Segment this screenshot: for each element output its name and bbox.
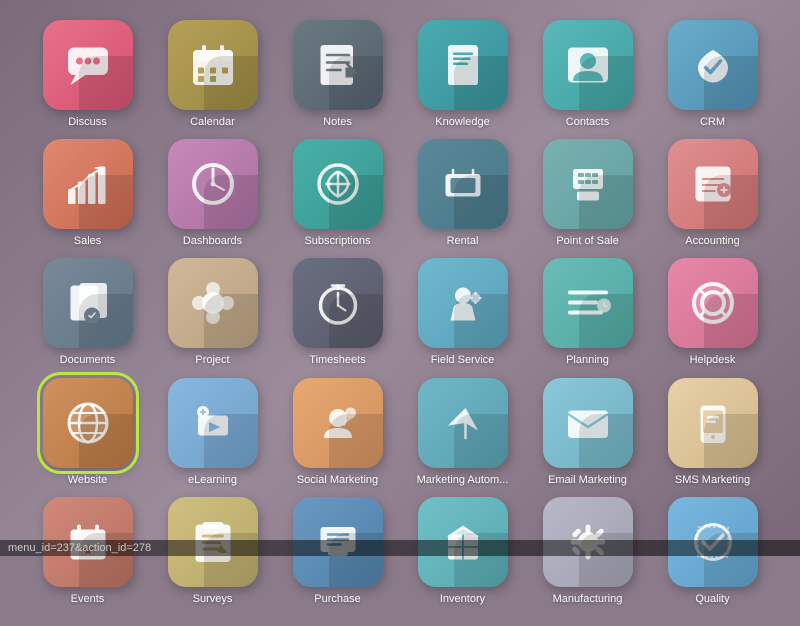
app-label-accounting: Accounting [685, 235, 739, 248]
app-label-social: Social Marketing [297, 474, 378, 487]
app-item-helpdesk[interactable]: Helpdesk [655, 258, 770, 367]
app-label-rental: Rental [447, 235, 479, 248]
app-label-pos: Point of Sale [556, 235, 618, 248]
app-item-elearning[interactable]: eLearning [155, 378, 270, 487]
app-label-discuss: Discuss [68, 116, 107, 129]
app-icon-pos [543, 139, 633, 229]
app-icon-planning [543, 258, 633, 348]
app-label-sales: Sales [74, 235, 102, 248]
app-label-fieldservice: Field Service [431, 354, 495, 367]
status-bar: menu_id=237&action_id=278 [0, 540, 800, 556]
app-icon-crm [668, 20, 758, 110]
app-icon-email [543, 378, 633, 468]
app-icon-sms [668, 378, 758, 468]
app-label-email: Email Marketing [548, 474, 627, 487]
app-icon-website [43, 378, 133, 468]
app-label-notes: Notes [323, 116, 352, 129]
app-item-crm[interactable]: CRM [655, 20, 770, 129]
app-icon-elearning [168, 378, 258, 468]
app-label-subscriptions: Subscriptions [304, 235, 370, 248]
app-item-pos[interactable]: Point of Sale [530, 139, 645, 248]
app-item-mktauto[interactable]: Marketing Autom... [405, 378, 520, 487]
app-icon-rental [418, 139, 508, 229]
app-icon-sales [43, 139, 133, 229]
app-grid: Discuss Calendar Notes Knowledge Contacts CRM… [0, 0, 800, 626]
app-label-mktauto: Marketing Autom... [417, 474, 509, 487]
app-icon-notes [293, 20, 383, 110]
app-label-sms: SMS Marketing [675, 474, 750, 487]
app-icon-fieldservice [418, 258, 508, 348]
app-label-crm: CRM [700, 116, 725, 129]
app-label-helpdesk: Helpdesk [690, 354, 736, 367]
app-label-knowledge: Knowledge [435, 116, 489, 129]
app-label-inventory: Inventory [440, 593, 485, 606]
app-item-dashboards[interactable]: Dashboards [155, 139, 270, 248]
app-item-discuss[interactable]: Discuss [30, 20, 145, 129]
app-icon-helpdesk [668, 258, 758, 348]
app-label-surveys: Surveys [193, 593, 233, 606]
app-icon-calendar [168, 20, 258, 110]
app-icon-social [293, 378, 383, 468]
app-item-calendar[interactable]: Calendar [155, 20, 270, 129]
app-item-timesheets[interactable]: Timesheets [280, 258, 395, 367]
app-label-events: Events [71, 593, 105, 606]
app-label-project: Project [195, 354, 229, 367]
app-icon-mktauto [418, 378, 508, 468]
app-label-planning: Planning [566, 354, 609, 367]
app-item-contacts[interactable]: Contacts [530, 20, 645, 129]
app-icon-dashboards [168, 139, 258, 229]
app-item-planning[interactable]: Planning [530, 258, 645, 367]
app-item-knowledge[interactable]: Knowledge [405, 20, 520, 129]
app-label-website: Website [68, 474, 108, 487]
app-item-accounting[interactable]: Accounting [655, 139, 770, 248]
app-icon-accounting [668, 139, 758, 229]
app-item-project[interactable]: Project [155, 258, 270, 367]
app-label-calendar: Calendar [190, 116, 235, 129]
app-item-email[interactable]: Email Marketing [530, 378, 645, 487]
app-label-contacts: Contacts [566, 116, 609, 129]
app-label-documents: Documents [60, 354, 116, 367]
app-icon-timesheets [293, 258, 383, 348]
app-item-documents[interactable]: Documents [30, 258, 145, 367]
app-item-website[interactable]: Website [30, 378, 145, 487]
app-icon-contacts [543, 20, 633, 110]
app-label-timesheets: Timesheets [309, 354, 365, 367]
app-item-rental[interactable]: Rental [405, 139, 520, 248]
app-icon-documents [43, 258, 133, 348]
app-item-notes[interactable]: Notes [280, 20, 395, 129]
app-item-social[interactable]: Social Marketing [280, 378, 395, 487]
app-icon-project [168, 258, 258, 348]
app-item-sms[interactable]: SMS Marketing [655, 378, 770, 487]
app-item-sales[interactable]: Sales [30, 139, 145, 248]
app-label-dashboards: Dashboards [183, 235, 242, 248]
app-label-manufacturing: Manufacturing [553, 593, 623, 606]
app-icon-subscriptions [293, 139, 383, 229]
app-icon-discuss [43, 20, 133, 110]
app-label-purchase: Purchase [314, 593, 360, 606]
app-label-elearning: eLearning [188, 474, 237, 487]
app-item-subscriptions[interactable]: Subscriptions [280, 139, 395, 248]
app-item-fieldservice[interactable]: Field Service [405, 258, 520, 367]
app-icon-knowledge [418, 20, 508, 110]
app-label-quality: Quality [695, 593, 729, 606]
